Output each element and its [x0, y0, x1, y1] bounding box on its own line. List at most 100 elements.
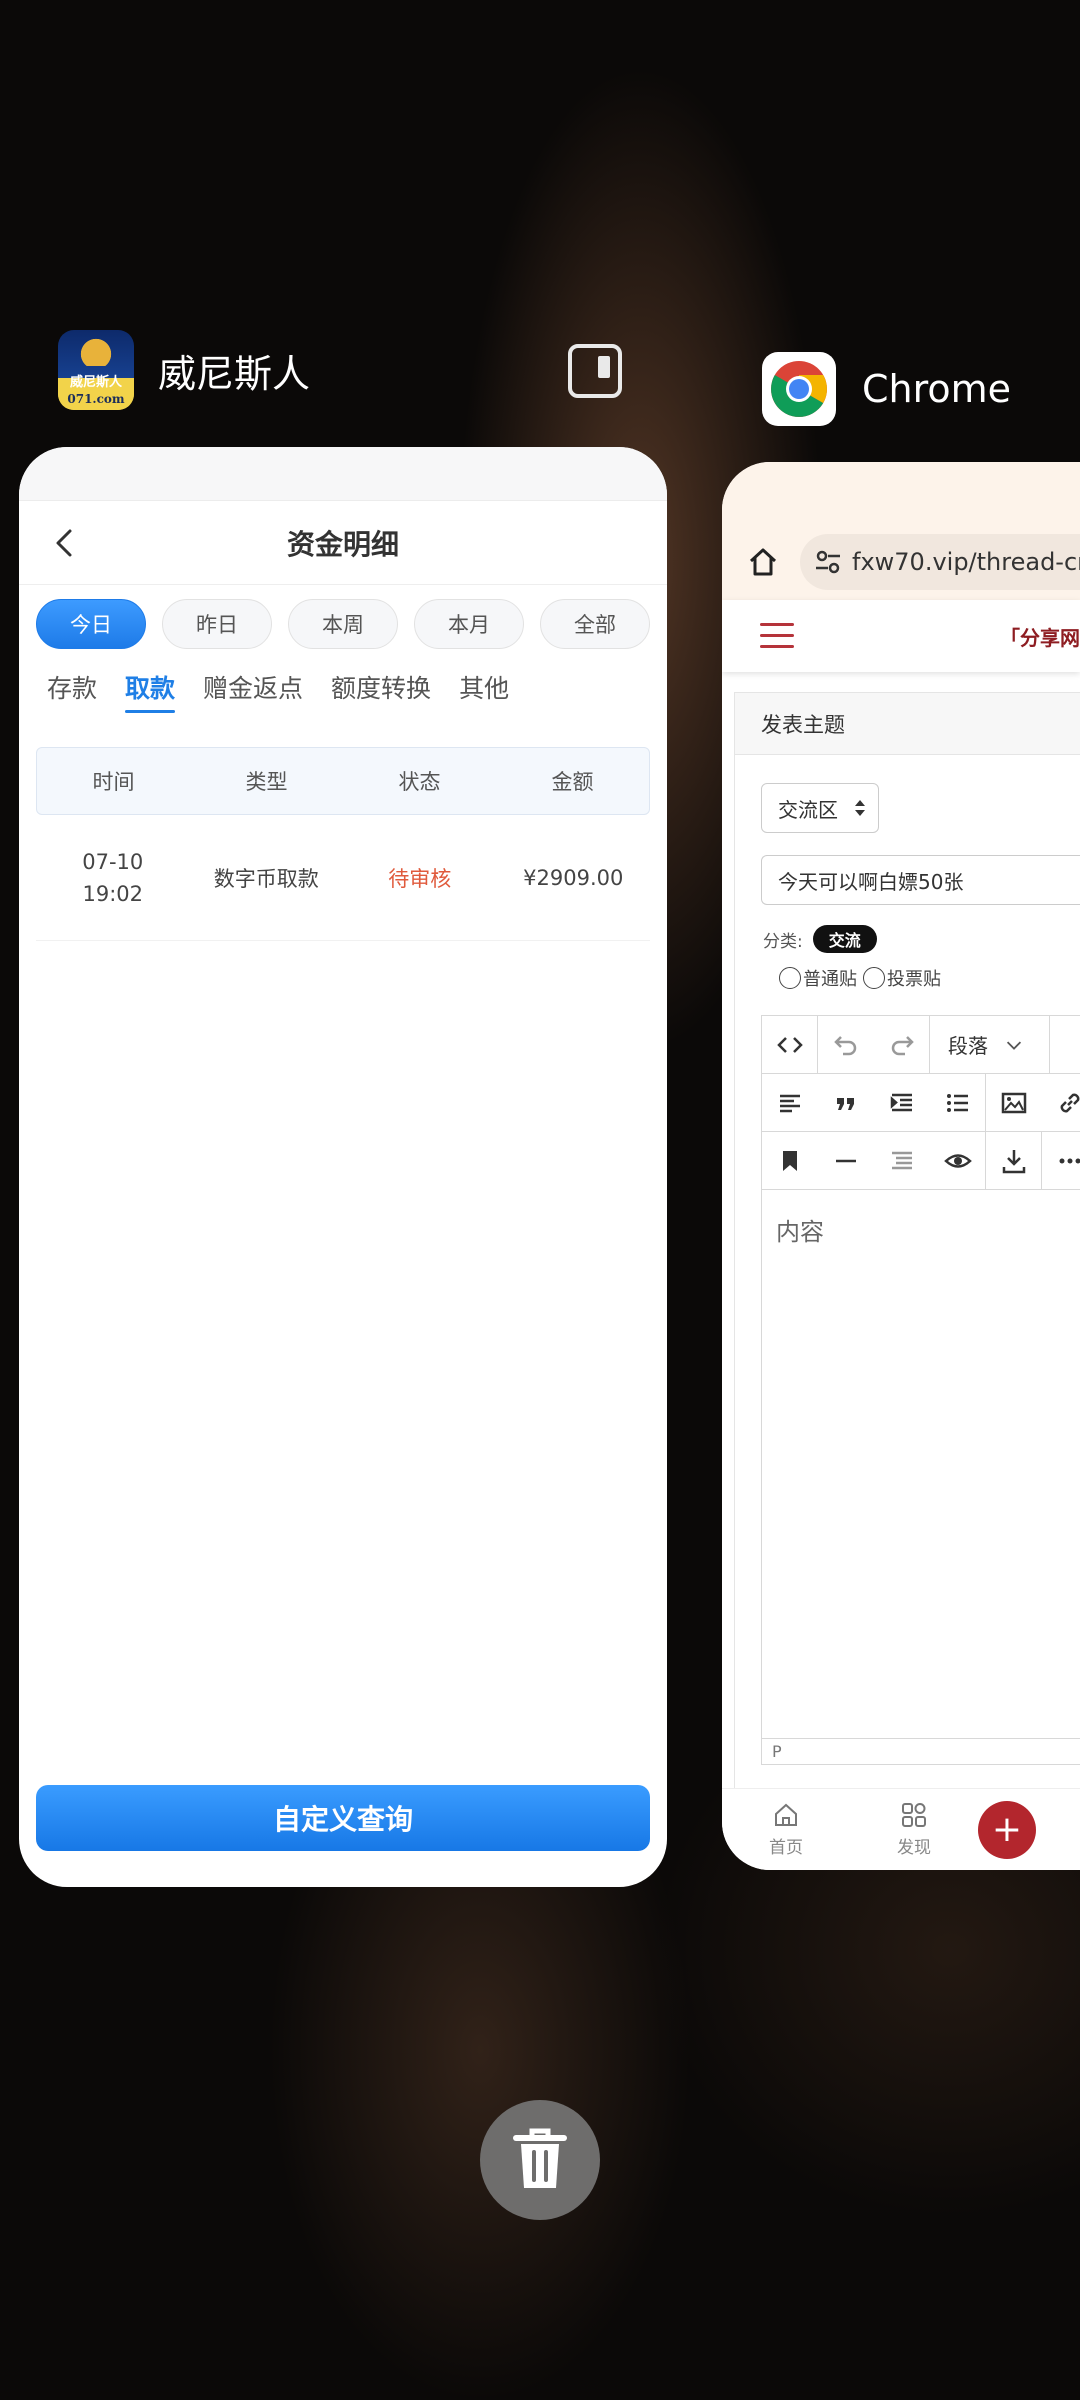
menu-icon[interactable]	[760, 623, 794, 649]
column-header-type: 类型	[245, 770, 288, 794]
select-arrows-icon	[855, 800, 865, 816]
tab-transfer[interactable]: 额度转换	[331, 669, 431, 719]
row-type: 数字币取款	[213, 866, 319, 891]
chevron-down-icon	[1006, 1041, 1022, 1050]
editor-toolbar-row-2	[762, 1074, 1080, 1132]
radio-normal[interactable]	[779, 967, 801, 989]
row-date: 07-10	[82, 849, 144, 874]
back-arrow-icon[interactable]	[49, 527, 81, 559]
nav-home[interactable]: 首页	[722, 1801, 850, 1858]
post-form-panel: 发表主题 交流区 今天可以啊白嫖50张 分类: 交流 普通贴 投票贴 段落 内容…	[734, 692, 1080, 1792]
tab-bonus-rebate[interactable]: 赠金返点	[203, 669, 303, 719]
category-row: 分类: 交流	[763, 925, 1080, 953]
site-header: 「分享网	[722, 600, 1080, 672]
segment-yesterday[interactable]: 昨日	[162, 599, 272, 649]
recent-card-chrome[interactable]: fxw70.vip/thread-crea 「分享网 发表主题 交流区 今天可以…	[722, 462, 1080, 1870]
eye-icon	[943, 1153, 972, 1168]
site-bottom-nav: 首页 发现 +	[722, 1788, 1080, 1870]
indent-button[interactable]	[874, 1074, 930, 1131]
date-filter-segments: 今日 昨日 本周 本月 全部	[19, 599, 667, 649]
tab-withdraw[interactable]: 取款	[125, 669, 176, 719]
code-view-button[interactable]	[762, 1016, 818, 1073]
clear-all-button[interactable]	[480, 2100, 600, 2220]
forum-select-value: 交流区	[778, 797, 838, 822]
category-label: 分类:	[763, 931, 803, 952]
horizontal-rule-button[interactable]	[818, 1132, 874, 1189]
indent-icon	[890, 1093, 912, 1111]
nav-home-label: 首页	[769, 1838, 803, 1858]
home-icon[interactable]	[746, 545, 780, 579]
chrome-logo-icon	[771, 361, 827, 417]
blockquote-button[interactable]	[818, 1074, 874, 1131]
code-icon	[776, 1036, 803, 1053]
trash-icon	[513, 2128, 567, 2188]
rich-text-editor: 段落 内容 P	[761, 1015, 1080, 1765]
post-title-input[interactable]: 今天可以啊白嫖50张	[761, 855, 1080, 905]
home-icon	[775, 1803, 797, 1826]
nav-discover[interactable]: 发现	[850, 1801, 978, 1858]
venice-app-icon: 威尼斯人 071.com	[58, 330, 134, 410]
browser-toolbar: fxw70.vip/thread-crea	[722, 524, 1080, 600]
add-post-button[interactable]: +	[978, 1800, 1036, 1859]
column-header-time: 时间	[92, 770, 135, 794]
align-button[interactable]	[762, 1074, 818, 1131]
link-icon	[1060, 1093, 1080, 1112]
type-tabs: 存款 取款 赠金返点 额度转换 其他	[19, 669, 667, 719]
editor-toolbar-row-3	[762, 1132, 1080, 1190]
table-header: 时间 类型 状态 金额	[36, 747, 650, 815]
radio-vote-label: 投票贴	[887, 969, 941, 990]
insert-link-button[interactable]	[1042, 1074, 1080, 1131]
lion-logo-icon	[68, 336, 124, 366]
download-icon	[1002, 1149, 1025, 1173]
more-icon	[1059, 1158, 1080, 1163]
table-of-contents-button[interactable]	[874, 1132, 930, 1189]
align-left-icon	[780, 1094, 800, 1112]
more-button[interactable]	[1042, 1132, 1080, 1189]
preview-button[interactable]	[930, 1132, 986, 1189]
insert-image-button[interactable]	[986, 1074, 1042, 1131]
editor-status-bar: P	[762, 1738, 1080, 1764]
split-screen-icon[interactable]	[568, 344, 622, 398]
page-title: 资金明细	[286, 527, 399, 561]
undo-button[interactable]	[818, 1016, 874, 1073]
app-title-venice: 威尼斯人	[158, 351, 311, 396]
app-icon-domain: 071.com	[58, 392, 134, 410]
recent-card-venice[interactable]: 资金明细 今日 昨日 本周 本月 全部 存款 取款 赠金返点 额度转换 其他 时…	[19, 447, 667, 1887]
segment-all[interactable]: 全部	[540, 599, 650, 649]
redo-button[interactable]	[874, 1016, 930, 1073]
panel-title: 发表主题	[735, 693, 1080, 755]
address-bar[interactable]: fxw70.vip/thread-crea	[800, 534, 1080, 590]
radio-vote[interactable]	[863, 967, 885, 989]
table-row[interactable]: 07-10 19:02 数字币取款 待审核 ¥2909.00	[36, 815, 650, 941]
segment-this-week[interactable]: 本周	[288, 599, 398, 649]
status-strip	[722, 462, 1080, 524]
bulleted-list-button[interactable]	[930, 1074, 986, 1131]
site-title: 「分享网	[1000, 625, 1080, 650]
forum-select[interactable]: 交流区	[761, 783, 879, 833]
toc-icon	[892, 1151, 912, 1169]
recent-app-header-chrome[interactable]: Chrome	[762, 352, 1011, 426]
editor-content-area[interactable]: 内容	[762, 1190, 1080, 1704]
category-badge[interactable]: 交流	[812, 925, 877, 953]
paragraph-select-value: 段落	[948, 1034, 988, 1058]
url-text: fxw70.vip/thread-crea	[852, 548, 1080, 576]
custom-query-button[interactable]: 自定义查询	[36, 1785, 650, 1851]
editor-toolbar-row-1: 段落	[762, 1016, 1080, 1074]
radio-normal-label: 普通贴	[803, 969, 857, 990]
undo-icon	[834, 1035, 857, 1055]
bookmark-button[interactable]	[762, 1132, 818, 1189]
tab-other[interactable]: 其他	[459, 669, 509, 719]
post-type-radios: 普通贴 投票贴	[779, 965, 1080, 991]
paragraph-select[interactable]: 段落	[930, 1016, 1050, 1073]
bookmark-icon	[783, 1150, 797, 1171]
recent-app-header-venice[interactable]: 威尼斯人 071.com 威尼斯人	[58, 330, 310, 410]
site-settings-icon[interactable]	[814, 548, 842, 576]
download-button[interactable]	[986, 1132, 1042, 1189]
segment-this-month[interactable]: 本月	[414, 599, 524, 649]
segment-today[interactable]: 今日	[36, 599, 146, 649]
redo-icon	[891, 1035, 914, 1055]
tab-deposit[interactable]: 存款	[47, 669, 97, 719]
column-header-amount: 金额	[551, 770, 594, 794]
row-status: 待审核	[388, 866, 452, 891]
nav-bar: 资金明细	[19, 501, 667, 585]
